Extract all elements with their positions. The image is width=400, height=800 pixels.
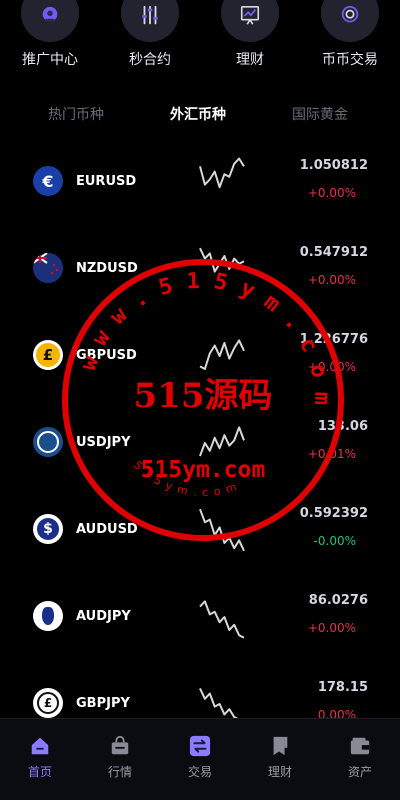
sparkline-path xyxy=(199,247,245,273)
nav-market[interactable]: 行情 xyxy=(80,735,160,780)
chart-board-icon xyxy=(221,0,279,42)
market-price: 1.050812 xyxy=(299,158,368,173)
exchange-icon: £ xyxy=(33,688,63,718)
quick-action-promotion[interactable]: 推广中心 xyxy=(0,0,100,69)
market-row[interactable]: $ AUDUSD 0.592392 -0.00% xyxy=(0,486,400,573)
nav-home[interactable]: 首页 xyxy=(0,735,80,780)
market-symbol: NZDUSD xyxy=(76,261,138,276)
sparkline xyxy=(199,339,245,370)
globe-seal-icon xyxy=(33,427,63,457)
pound-icon: £ xyxy=(33,340,63,370)
quick-action-label: 秒合约 xyxy=(129,52,171,68)
market-list: € EURUSD 1.050812 +0.00% NZDUSD 0.547912… xyxy=(0,138,400,747)
home-icon xyxy=(31,737,49,755)
nav-label: 交易 xyxy=(187,765,212,779)
sparkline-path xyxy=(199,339,245,370)
market-row[interactable]: € EURUSD 1.050812 +0.00% xyxy=(0,138,400,225)
market-change: +0.00% xyxy=(307,273,356,287)
quick-action-finance[interactable]: 理财 xyxy=(200,0,300,69)
market-price: 0.592392 xyxy=(299,506,368,521)
quick-actions: 推广中心 秒合约 理财 币币交易 xyxy=(0,0,400,80)
bottom-nav: 首页 行情 交易 理财 资产 xyxy=(0,718,400,800)
market-symbol: AUDUSD xyxy=(76,522,138,537)
market-change: +0.00% xyxy=(307,621,356,635)
australia-map-icon xyxy=(33,601,63,631)
nav-assets[interactable]: 资产 xyxy=(320,735,400,780)
sparkline-path xyxy=(199,600,245,639)
market-price: 1.226776 xyxy=(299,332,368,347)
nav-trade[interactable]: 交易 xyxy=(160,735,240,780)
nav-label: 首页 xyxy=(27,765,52,779)
market-row[interactable]: USDJPY 133.06 +0.01% xyxy=(0,399,400,486)
sparkline-path xyxy=(199,157,245,189)
market-price: 133.06 xyxy=(317,419,368,434)
tab-gold[interactable]: 国际黄金 xyxy=(292,104,348,124)
new-zealand-flag-icon xyxy=(33,253,63,283)
sliders-icon xyxy=(121,0,179,42)
market-change: -0.00% xyxy=(313,534,356,548)
bag-icon xyxy=(111,735,129,755)
sparkline-path xyxy=(199,508,245,552)
market-price: 0.547912 xyxy=(299,245,368,260)
nav-label: 资产 xyxy=(347,765,372,779)
market-change: +0.00% xyxy=(307,360,356,374)
coin-circle-icon xyxy=(321,0,379,42)
sparkline xyxy=(199,157,245,189)
market-symbol: GBPUSD xyxy=(76,348,137,363)
euro-icon: € xyxy=(33,166,63,196)
sparkline-path xyxy=(199,426,245,457)
market-symbol: EURUSD xyxy=(76,174,137,189)
sparkline xyxy=(199,508,245,552)
quick-action-label: 理财 xyxy=(236,52,264,68)
sparkline xyxy=(199,600,245,639)
quick-action-label: 币币交易 xyxy=(322,52,378,68)
wallet-icon xyxy=(350,737,370,755)
nav-label: 理财 xyxy=(267,765,292,779)
market-change: +0.00% xyxy=(307,186,356,200)
market-tabs: 热门币种 外汇币种 国际黄金 xyxy=(0,104,400,128)
sparkline xyxy=(199,426,245,457)
user-badge-icon xyxy=(21,0,79,42)
market-row[interactable]: AUDJPY 86.0276 +0.00% xyxy=(0,573,400,660)
tab-forex[interactable]: 外汇币种 xyxy=(170,104,226,124)
nav-label: 行情 xyxy=(107,765,132,779)
market-symbol: GBPJPY xyxy=(76,696,130,711)
market-change: +0.01% xyxy=(307,447,356,461)
market-symbol: USDJPY xyxy=(76,435,131,450)
bookmark-icon xyxy=(273,736,288,756)
nav-finance[interactable]: 理财 xyxy=(240,735,320,780)
swap-icon xyxy=(189,735,211,757)
quick-action-contract[interactable]: 秒合约 xyxy=(100,0,200,69)
market-price: 178.15 xyxy=(317,680,368,695)
quick-action-spot[interactable]: 币币交易 xyxy=(300,0,400,69)
market-row[interactable]: NZDUSD 0.547912 +0.00% xyxy=(0,225,400,312)
quick-action-label: 推广中心 xyxy=(22,52,78,68)
market-symbol: AUDJPY xyxy=(76,609,131,624)
market-price: 86.0276 xyxy=(308,593,368,608)
tab-hot-coins[interactable]: 热门币种 xyxy=(48,104,104,124)
sparkline xyxy=(199,247,245,273)
dollar-icon: $ xyxy=(33,514,63,544)
market-row[interactable]: £ GBPUSD 1.226776 +0.00% xyxy=(0,312,400,399)
